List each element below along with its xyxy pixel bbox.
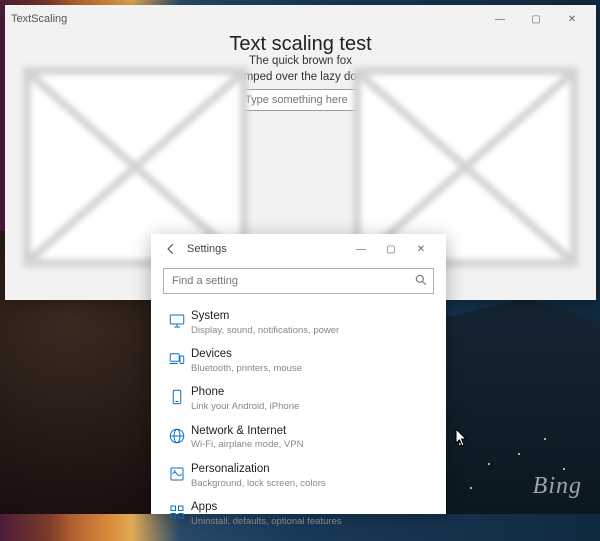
window-title: Settings	[187, 243, 227, 255]
system-icon	[163, 312, 191, 330]
mouse-cursor	[455, 428, 469, 451]
apps-icon	[163, 503, 191, 521]
minimize-button[interactable]: —	[346, 234, 376, 264]
category-subtitle: Link your Android, iPhone	[191, 401, 434, 412]
category-personalization[interactable]: PersonalizationBackground, lock screen, …	[163, 457, 434, 495]
category-devices[interactable]: DevicesBluetooth, printers, mouse	[163, 342, 434, 380]
network-icon	[163, 427, 191, 445]
category-name: System	[191, 310, 434, 324]
titlebar[interactable]: TextScaling — ▢ ✕	[5, 5, 596, 33]
window-title: TextScaling	[11, 13, 67, 25]
search-icon	[414, 273, 428, 290]
category-subtitle: Background, lock screen, colors	[191, 478, 434, 489]
maximize-button[interactable]: ▢	[518, 5, 554, 33]
close-button[interactable]: ✕	[406, 234, 436, 264]
text-input[interactable]	[238, 89, 363, 111]
category-subtitle: Bluetooth, printers, mouse	[191, 363, 434, 374]
category-system[interactable]: SystemDisplay, sound, notifications, pow…	[163, 304, 434, 342]
maximize-button[interactable]: ▢	[376, 234, 406, 264]
category-subtitle: Display, sound, notifications, power	[191, 325, 434, 336]
category-network-internet[interactable]: Network & InternetWi-Fi, airplane mode, …	[163, 419, 434, 457]
close-button[interactable]: ✕	[554, 5, 590, 33]
titlebar[interactable]: Settings — ▢ ✕	[151, 234, 446, 264]
search-input[interactable]	[163, 268, 434, 294]
settings-window: Settings — ▢ ✕ SystemDisplay, sound, not…	[151, 234, 446, 514]
personalization-icon	[163, 465, 191, 483]
heading: Text scaling test	[5, 33, 596, 56]
category-name: Personalization	[191, 463, 434, 477]
category-subtitle: Wi-Fi, airplane mode, VPN	[191, 439, 434, 450]
category-name: Phone	[191, 386, 434, 400]
category-name: Network & Internet	[191, 425, 434, 439]
category-name: Devices	[191, 348, 434, 362]
back-button[interactable]	[161, 239, 181, 259]
category-phone[interactable]: PhoneLink your Android, iPhone	[163, 380, 434, 418]
bing-watermark: Bing	[533, 473, 582, 500]
category-apps[interactable]: AppsUninstall, defaults, optional featur…	[163, 495, 434, 533]
devices-icon	[163, 350, 191, 368]
phone-icon	[163, 388, 191, 406]
category-name: Apps	[191, 501, 434, 515]
minimize-button[interactable]: —	[482, 5, 518, 33]
category-subtitle: Uninstall, defaults, optional features	[191, 516, 434, 527]
